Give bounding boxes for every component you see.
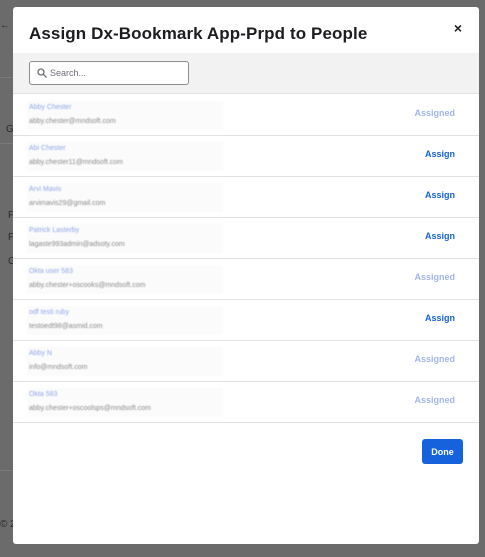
person-email: abby.chester+oscooks@mndsoft.com: [29, 282, 146, 289]
assign-button[interactable]: Assign: [425, 313, 455, 323]
list-item: Patrick Lasterby lagaste993admin@adsoty.…: [13, 218, 479, 259]
list-item: Abby N info@mndsoft.com Assigned: [13, 341, 479, 382]
person-info: Okta 583 abby.chester+oscoolsps@mndsoft.…: [27, 388, 223, 417]
assigned-status: Assigned: [414, 395, 455, 405]
person-email: arvimavis29@gmail.com: [29, 200, 106, 207]
people-list: Abby Chester abby.chester@mndsoft.com As…: [13, 95, 479, 423]
bg-divider: [0, 470, 14, 471]
modal-title: Assign Dx-Bookmark App-Prpd to People: [29, 24, 368, 43]
bg-divider: [0, 77, 14, 78]
person-info: Arvi Mavis arvimavis29@gmail.com: [27, 183, 223, 212]
person-email: testoedt98@asmid.com: [29, 323, 103, 330]
person-email: abby.chester11@mndsoft.com: [29, 159, 124, 166]
assigned-status: Assigned: [414, 354, 455, 364]
person-email: abby.chester@mndsoft.com: [29, 118, 116, 125]
list-item: Abby Chester abby.chester@mndsoft.com As…: [13, 95, 479, 136]
person-name[interactable]: Okta 583: [29, 391, 57, 398]
done-button[interactable]: Done: [422, 439, 463, 464]
search-icon: [37, 68, 47, 78]
person-name[interactable]: Patrick Lasterby: [29, 227, 79, 234]
close-icon[interactable]: ×: [451, 21, 465, 35]
list-item: Abi Chester abby.chester11@mndsoft.com A…: [13, 136, 479, 177]
assign-people-modal: Assign Dx-Bookmark App-Prpd to People × …: [13, 7, 479, 544]
person-info: Abby N info@mndsoft.com: [27, 347, 223, 376]
person-info: Okta user 583 abby.chester+oscooks@mndso…: [27, 265, 223, 294]
list-item: Arvi Mavis arvimavis29@gmail.com Assign: [13, 177, 479, 218]
person-email: lagaste993admin@adsoty.com: [29, 241, 125, 248]
person-name[interactable]: odf testi ruby: [29, 309, 69, 316]
search-field[interactable]: [29, 61, 189, 85]
person-email: info@mndsoft.com: [29, 364, 88, 371]
person-name[interactable]: Abby N: [29, 350, 52, 357]
person-info: Abi Chester abby.chester11@mndsoft.com: [27, 142, 223, 171]
assign-button[interactable]: Assign: [425, 231, 455, 241]
person-name[interactable]: Abby Chester: [29, 104, 71, 111]
person-name[interactable]: Arvi Mavis: [29, 186, 61, 193]
assign-button[interactable]: Assign: [425, 190, 455, 200]
search-input[interactable]: [50, 64, 184, 82]
person-name[interactable]: Okta user 583: [29, 268, 73, 275]
list-item: Okta user 583 abby.chester+oscooks@mndso…: [13, 259, 479, 300]
assigned-status: Assigned: [414, 272, 455, 282]
assign-button[interactable]: Assign: [425, 149, 455, 159]
person-email: abby.chester+oscoolsps@mndsoft.com: [29, 405, 151, 412]
list-item: odf testi ruby testoedt98@asmid.com Assi…: [13, 300, 479, 341]
person-name[interactable]: Abi Chester: [29, 145, 66, 152]
person-info: Abby Chester abby.chester@mndsoft.com: [27, 101, 223, 130]
assigned-status: Assigned: [414, 108, 455, 118]
list-item: Okta 583 abby.chester+oscoolsps@mndsoft.…: [13, 382, 479, 423]
bg-divider: [0, 143, 14, 144]
person-info: odf testi ruby testoedt98@asmid.com: [27, 306, 223, 335]
person-info: Patrick Lasterby lagaste993admin@adsoty.…: [27, 224, 223, 253]
search-bar: [13, 53, 479, 94]
